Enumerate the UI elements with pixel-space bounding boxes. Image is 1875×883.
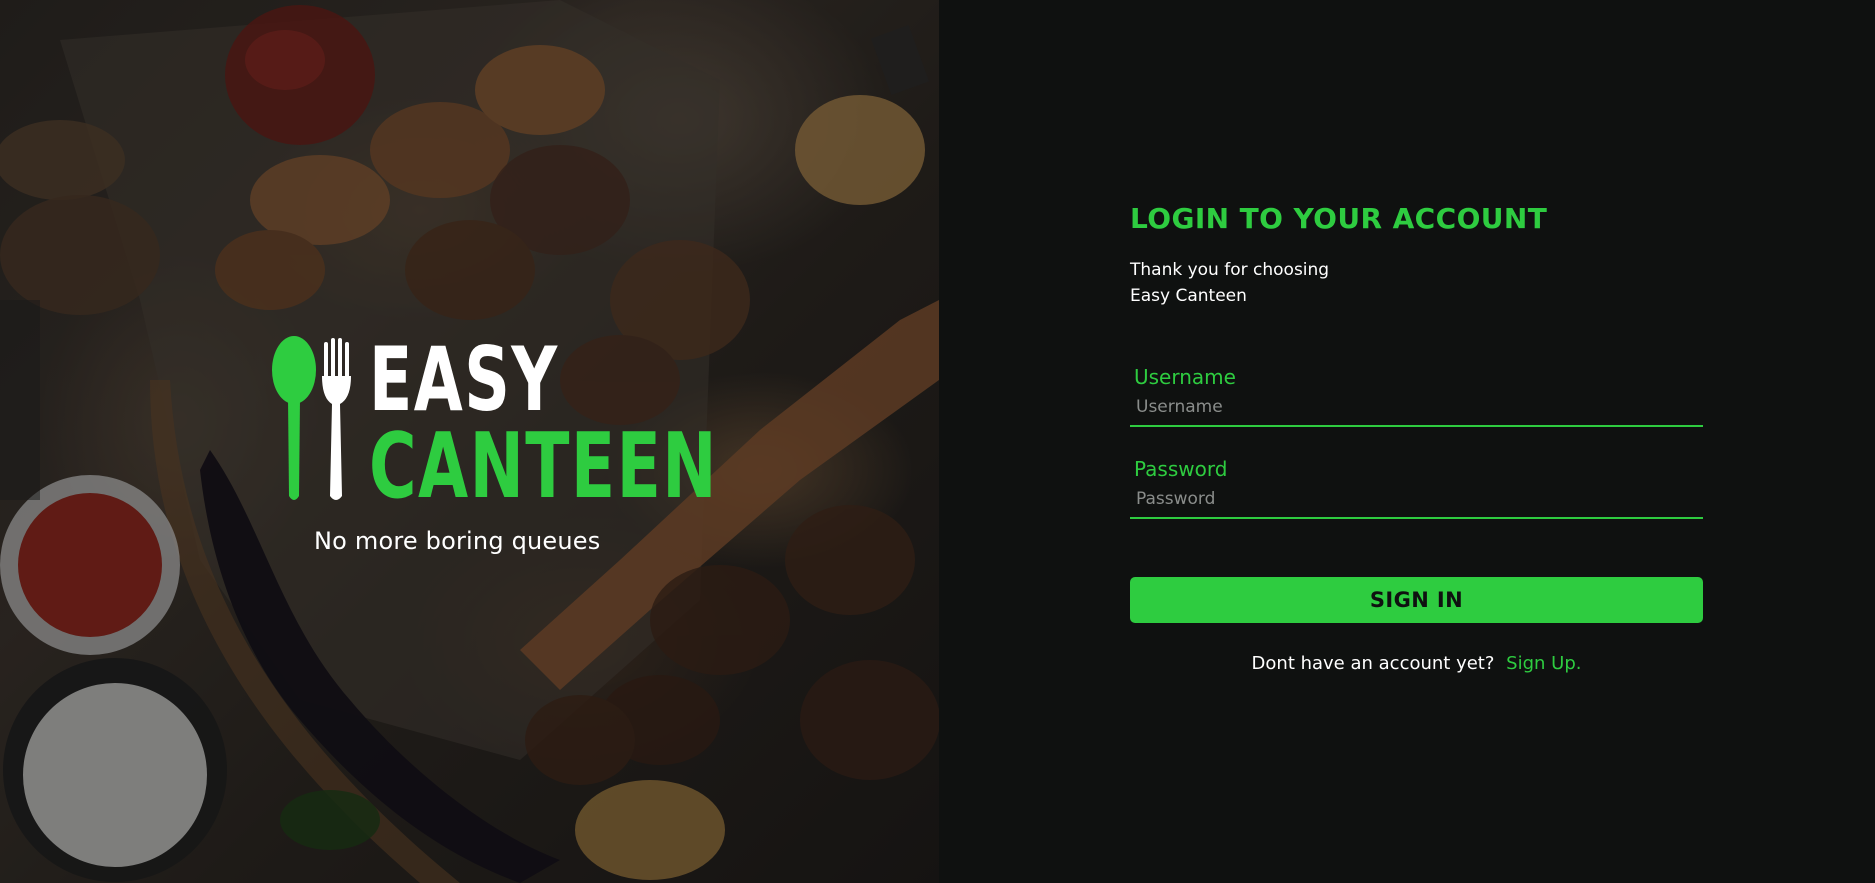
password-label: Password [1134, 457, 1228, 481]
sign-up-link[interactable]: Sign Up. [1506, 653, 1581, 674]
username-label: Username [1134, 365, 1236, 389]
hero-panel: EASY CANTEEN No more boring queues [0, 0, 939, 883]
login-page: EASY CANTEEN No more boring queues LOGIN… [0, 0, 1875, 883]
username-field-group: Username [1130, 365, 1703, 427]
login-subtitle: Thank you for choosing Easy Canteen [1130, 260, 1330, 306]
login-panel: LOGIN TO YOUR ACCOUNT Thank you for choo… [939, 0, 1875, 883]
spoon-icon [272, 336, 316, 500]
brand-name-easy: EASY [369, 328, 559, 431]
signup-prompt: Dont have an account yet? [1251, 653, 1495, 674]
password-input[interactable] [1130, 487, 1703, 519]
sign-in-button[interactable]: SIGN IN [1130, 577, 1703, 623]
cutlery-logo [272, 336, 351, 500]
login-form: LOGIN TO YOUR ACCOUNT Thank you for choo… [1130, 201, 1703, 674]
signup-row: Dont have an account yet? Sign Up. [1130, 653, 1703, 674]
brand-name-canteen: CANTEEN [369, 414, 718, 519]
username-input[interactable] [1130, 395, 1703, 427]
brand-tagline: No more boring queues [314, 527, 601, 555]
password-field-group: Password [1130, 457, 1703, 519]
fork-icon [322, 338, 351, 500]
login-title: LOGIN TO YOUR ACCOUNT [1130, 202, 1548, 235]
brand-logo: EASY CANTEEN [268, 328, 717, 512]
